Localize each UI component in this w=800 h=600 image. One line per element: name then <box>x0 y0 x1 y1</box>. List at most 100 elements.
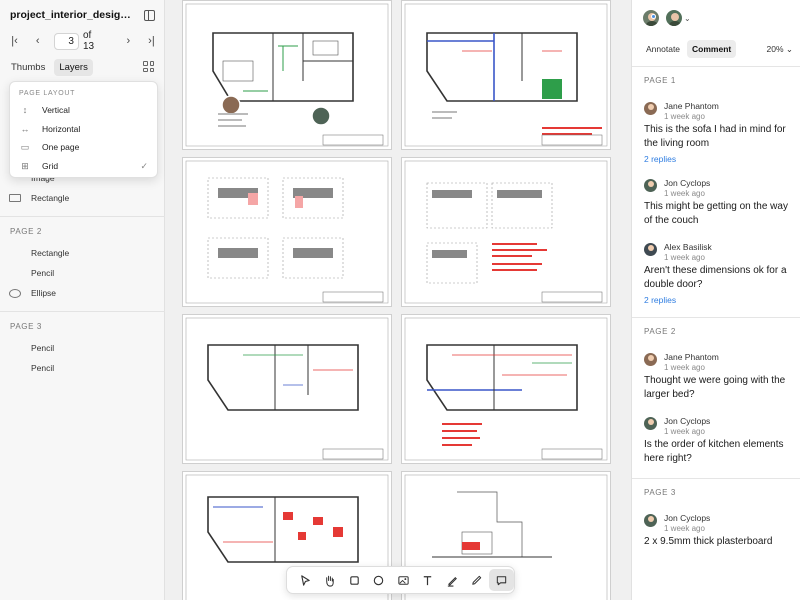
tab-comment[interactable]: Comment <box>687 40 737 58</box>
page-thumbnail[interactable] <box>401 0 611 150</box>
toggle-sidebar-icon[interactable] <box>144 9 155 21</box>
page-total: of 13 <box>82 30 95 52</box>
last-page-icon[interactable]: ›| <box>145 35 158 47</box>
comment-text: This might be getting on the way of the … <box>644 201 788 226</box>
avatar <box>644 353 657 366</box>
left-sidebar: project_interior_design_techn... |‹ ‹ 3 … <box>0 0 165 600</box>
layer-label: Pencil <box>31 268 55 278</box>
highlighter-icon <box>447 576 457 587</box>
menu-heading: PAGE LAYOUT <box>19 90 76 97</box>
comment-meta: Jane Phantom 1 week ago <box>644 352 795 374</box>
tab-annotate[interactable]: Annotate <box>641 40 685 58</box>
one-page-icon: ▭ <box>20 142 30 153</box>
layer-item-pencil[interactable]: Pencil <box>0 263 165 283</box>
next-page-icon[interactable]: › <box>122 35 135 47</box>
comment[interactable]: Jon Cyclops 1 week ago This might be get… <box>632 178 800 228</box>
chevron-down-icon: ⌄ <box>785 43 793 54</box>
page-number-input[interactable]: 3 <box>54 32 79 50</box>
comment[interactable]: Jon Cyclops 1 week ago 2 x 9.5mm thick p… <box>632 513 800 549</box>
avatar <box>644 514 657 527</box>
image-tool[interactable] <box>391 569 416 591</box>
comment-author: Jon Cyclops <box>664 178 711 188</box>
layer-item-pencil[interactable]: Pencil <box>0 338 165 358</box>
page-thumbnail[interactable] <box>182 314 392 464</box>
select-tool[interactable] <box>293 569 318 591</box>
pan-tool[interactable] <box>318 569 343 591</box>
floor-plan-drawing <box>185 317 389 461</box>
page-thumbnail[interactable] <box>401 157 611 307</box>
layer-item-pencil[interactable]: Pencil <box>0 358 165 378</box>
check-icon: ✓ <box>140 160 148 171</box>
layers-list: Image Rectangle PAGE 2 Rectangle Pencil … <box>0 168 165 378</box>
comment-group-header: PAGE 1 <box>632 66 800 93</box>
pencil-icon <box>472 575 482 585</box>
menu-item-grid[interactable]: ⊞ Grid ✓ <box>10 157 157 176</box>
comment[interactable]: Alex Basilisk 1 week ago Aren't these di… <box>632 242 800 305</box>
comment-time: 1 week ago <box>664 363 705 372</box>
avatar <box>644 179 657 192</box>
tab-thumbs[interactable]: Thumbs <box>6 59 50 76</box>
replies-link[interactable]: 2 replies <box>644 154 795 164</box>
collaborators[interactable]: ⌄ <box>642 8 691 28</box>
vertical-layout-icon: ↕ <box>22 105 28 116</box>
comment-time: 1 week ago <box>664 253 705 262</box>
page-navigator: |‹ ‹ 3 of 13 › ›| <box>8 30 158 52</box>
floor-plan-drawing <box>404 317 608 461</box>
page-thumbnail[interactable] <box>182 0 392 150</box>
highlighter-tool[interactable] <box>440 569 465 591</box>
menu-item-horizontal[interactable]: ↔ Horizontal <box>10 120 157 139</box>
comment[interactable]: Jon Cyclops 1 week ago Is the order of k… <box>632 416 800 466</box>
chevron-down-icon[interactable]: ⌄ <box>684 14 691 23</box>
rectangle-tool[interactable] <box>342 569 367 591</box>
menu-item-vertical[interactable]: ↕ Vertical <box>10 101 157 120</box>
comment-author: Alex Basilisk <box>664 242 712 252</box>
layer-item-ellipse[interactable]: Ellipse <box>0 283 165 303</box>
comment-time: 1 week ago <box>664 189 705 198</box>
comments-panel: ⌄ Annotate Comment 20% ⌄ PAGE 1 Jane Pha… <box>631 0 800 600</box>
layer-item-rectangle[interactable]: Rectangle <box>0 243 165 263</box>
ellipse-tool[interactable] <box>367 569 392 591</box>
pencil-icon <box>9 344 21 352</box>
page-thumbnail[interactable] <box>401 314 611 464</box>
comment[interactable]: Jane Phantom 1 week ago Thought we were … <box>632 352 800 402</box>
hand-icon <box>326 575 334 587</box>
previous-page-icon[interactable]: ‹ <box>31 35 44 47</box>
zoom-select[interactable]: 20% ⌄ <box>766 44 793 55</box>
avatar <box>644 417 657 430</box>
comment-time: 1 week ago <box>664 524 705 533</box>
rectangle-icon <box>9 194 21 202</box>
comment-text: Aren't these dimensions ok for a double … <box>644 265 787 290</box>
comment[interactable]: Jane Phantom 1 week ago This is the sofa… <box>632 101 800 164</box>
presence-dot <box>651 14 656 19</box>
page-thumbnail[interactable] <box>182 157 392 307</box>
file-header: project_interior_design_techn... <box>10 8 155 22</box>
pencil-tool[interactable] <box>465 569 490 591</box>
comment-author: Jane Phantom <box>664 101 719 111</box>
comment-time: 1 week ago <box>664 112 705 121</box>
avatar <box>665 9 683 27</box>
text-tool[interactable] <box>416 569 441 591</box>
replies-link[interactable]: 2 replies <box>644 295 795 305</box>
elevation-drawing <box>185 160 389 304</box>
menu-item-label: One page <box>42 142 80 153</box>
page-layout-icon[interactable] <box>143 61 154 72</box>
layer-item-rectangle[interactable]: Rectangle <box>0 188 165 208</box>
comment-meta: Jon Cyclops 1 week ago <box>644 178 795 200</box>
layer-label: Ellipse <box>31 288 57 298</box>
comment-icon <box>496 575 506 585</box>
image-icon <box>398 575 409 585</box>
comment-text: This is the sofa I had in mind for the l… <box>644 124 786 149</box>
pencil-icon <box>9 269 21 277</box>
layers-page-3-header: PAGE 3 <box>0 311 165 338</box>
comment-tool[interactable] <box>489 569 514 591</box>
right-tabs: Annotate Comment 20% ⌄ <box>641 40 793 58</box>
document-canvas[interactable] <box>165 0 631 600</box>
first-page-icon[interactable]: |‹ <box>8 35 21 47</box>
comment-group-header: PAGE 3 <box>632 478 800 505</box>
horizontal-layout-icon: ↔ <box>20 123 30 134</box>
menu-item-one-page[interactable]: ▭ One page <box>10 138 157 157</box>
comment-text: Thought we were going with the larger be… <box>644 375 786 400</box>
tab-layers[interactable]: Layers <box>54 58 93 76</box>
comment-time: 1 week ago <box>664 427 705 436</box>
file-name: project_interior_design_techn... <box>10 9 134 21</box>
